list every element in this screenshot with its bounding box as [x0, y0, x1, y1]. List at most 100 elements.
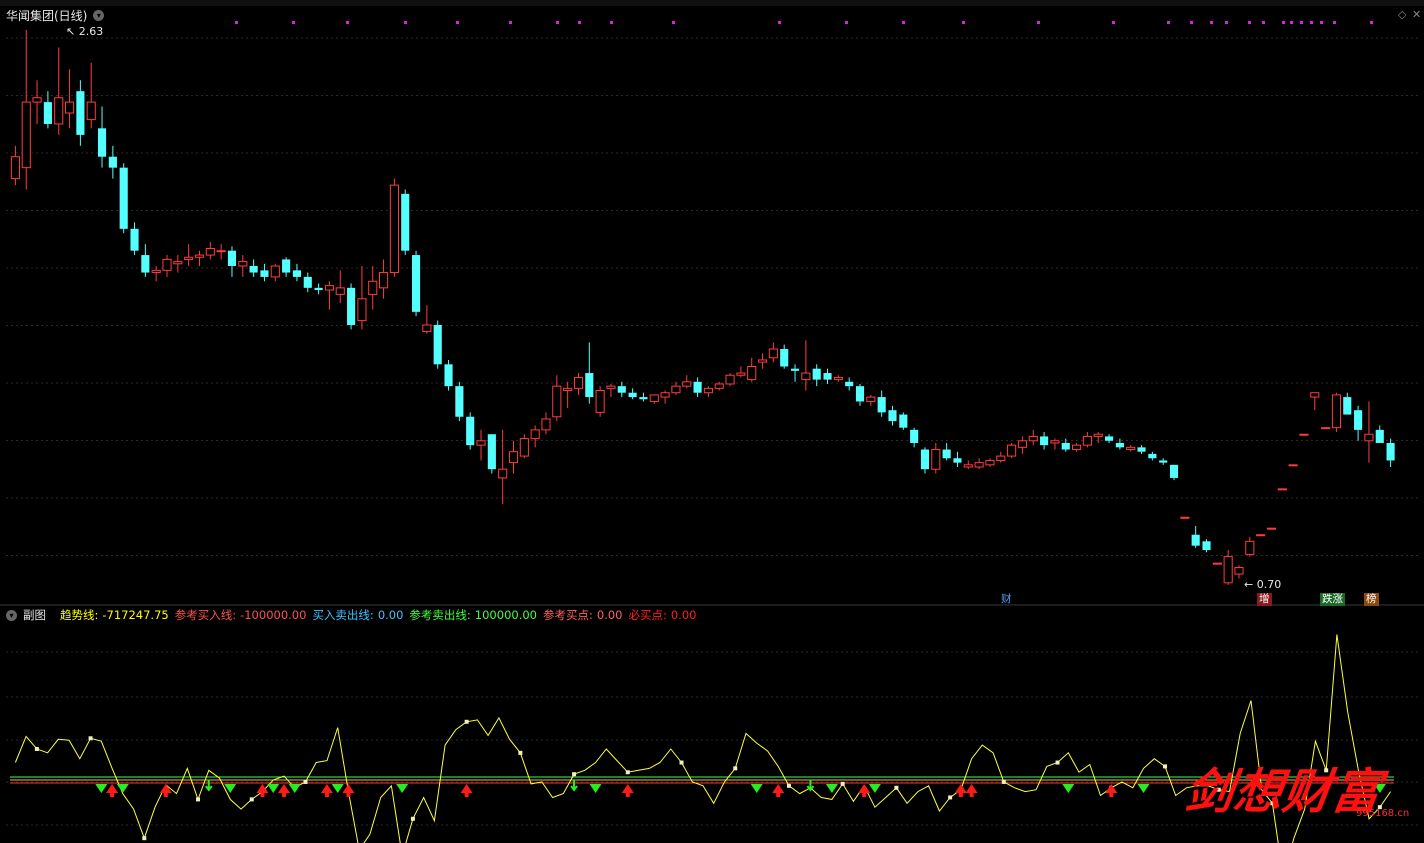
sell-arrow-icon [331, 784, 344, 793]
trend-point [1001, 779, 1006, 784]
trend-point [840, 781, 845, 786]
candle-body [963, 464, 973, 468]
candle-body [1082, 435, 1092, 446]
trend-point [142, 836, 147, 841]
candle-body [1191, 534, 1200, 546]
candle-body [541, 418, 551, 431]
candle-body [466, 416, 475, 446]
candle-body [1386, 442, 1395, 461]
candle-body [780, 349, 789, 367]
trend-point [948, 795, 953, 800]
candle-body [942, 449, 951, 459]
main-chart-header: 华闻集团(日线) ▾ [6, 6, 105, 24]
candle-body [1115, 442, 1124, 448]
event-dot [235, 21, 238, 24]
event-dot [1320, 21, 1323, 24]
event-tag-increase[interactable]: 增 [1257, 593, 1272, 606]
candle-body [54, 97, 64, 125]
event-dot [556, 21, 559, 24]
sub-chart-title[interactable]: 副图 [23, 607, 46, 623]
candle-body [194, 254, 205, 258]
candle-body [1375, 429, 1384, 443]
trend-point [303, 779, 308, 784]
event-dot [292, 21, 295, 24]
indicator-4: 参考买点: 0.00 [543, 607, 622, 623]
candle-body [433, 324, 442, 365]
candle-body [119, 167, 128, 229]
event-dot [1310, 21, 1313, 24]
close-icon[interactable]: ✕ [1412, 8, 1421, 21]
indicator-label: 参考买点: [543, 608, 593, 622]
candle-body [747, 365, 757, 381]
chart-canvas[interactable]: ↖ 2.63 ← 0.70 [0, 0, 1424, 843]
candle-body [1137, 447, 1146, 452]
trend-point [88, 736, 93, 741]
candle-body [1028, 435, 1038, 442]
candle-body [10, 156, 20, 180]
candle-body [411, 255, 421, 312]
trend-point [572, 772, 577, 777]
buy-arrow-icon [460, 784, 473, 797]
candle-body [173, 261, 183, 265]
event-tag-limit[interactable]: 跌涨 [1320, 593, 1345, 606]
candle-body [530, 429, 540, 440]
candle-body [487, 434, 496, 470]
event-dot [1210, 21, 1213, 24]
event-dot [578, 21, 581, 24]
candle-body [1354, 410, 1363, 430]
candle-body [1093, 433, 1103, 437]
event-dot [1290, 21, 1293, 24]
trend-point [625, 770, 630, 775]
candle-body [649, 394, 659, 402]
event-dot [778, 21, 781, 24]
trend-point [518, 750, 523, 755]
candle-body [1202, 541, 1211, 551]
candle-body [1104, 436, 1114, 441]
candle-body [1299, 433, 1309, 436]
candle-body [1050, 440, 1060, 444]
candle-body [1277, 488, 1287, 491]
event-tag-rank[interactable]: 榜 [1364, 593, 1379, 606]
candle-body [1126, 446, 1136, 451]
candle-body [725, 374, 735, 385]
candle-body [347, 287, 356, 325]
candle-body [292, 270, 302, 277]
indicator-2: 买入卖出线: 0.00 [312, 607, 403, 623]
candle-body [920, 449, 930, 470]
candle-body [1180, 516, 1190, 519]
candle-body [931, 449, 941, 470]
candle-body [628, 392, 637, 398]
dropdown-icon[interactable]: ▾ [93, 9, 105, 21]
candle-body [888, 410, 897, 422]
diamond-icon[interactable]: ◇ [1398, 8, 1406, 21]
event-dot [509, 21, 512, 24]
event-dot [672, 21, 675, 24]
event-tag-finance[interactable]: 财 [999, 593, 1014, 606]
indicator-value: 0.00 [596, 608, 623, 622]
candle-body [606, 385, 616, 389]
candle-body [1212, 562, 1222, 565]
indicator-label: 参考买入线: [174, 608, 237, 622]
candle-body [1310, 392, 1320, 398]
event-dot [456, 21, 459, 24]
candle-body [1331, 394, 1342, 429]
event-dot [845, 21, 848, 24]
indicator-value: 100000.00 [474, 608, 537, 622]
candle-body [1169, 464, 1179, 478]
candle-body [379, 272, 389, 289]
candle-body [833, 376, 843, 381]
candle-body [660, 392, 670, 398]
candle-body [1245, 540, 1255, 555]
candle-body [151, 269, 161, 274]
candle-body [757, 359, 768, 363]
candle-body [508, 451, 519, 464]
sub-dropdown-icon[interactable]: ▾ [6, 609, 17, 621]
candle-body [736, 372, 746, 376]
candle-body [595, 390, 605, 413]
buy-arrow-icon [342, 784, 355, 797]
stock-title[interactable]: 华闻集团(日线) [6, 7, 87, 24]
indicator-value: 0.00 [377, 608, 404, 622]
candle-body [282, 259, 291, 273]
trend-point [679, 760, 684, 765]
trend-point [410, 816, 415, 821]
